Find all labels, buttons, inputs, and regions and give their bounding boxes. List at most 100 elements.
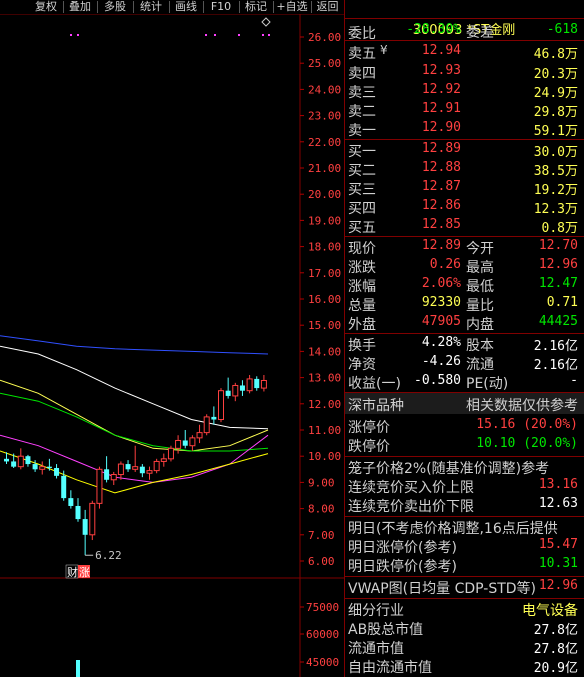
bid-label: 买二 — [348, 163, 376, 179]
auction-sell-label: 连续竞价卖出价下限 — [348, 499, 474, 515]
ask-label: 卖三 — [348, 85, 376, 101]
moving-average-line — [0, 434, 269, 483]
bid-row[interactable]: 买二 12.88 38.5万 — [344, 159, 584, 179]
bid-label: 买一 — [348, 144, 376, 160]
auction-buy-label: 连续竞价买入价上限 — [348, 480, 474, 496]
ask-label: 卖五 — [348, 46, 376, 62]
candle-body — [146, 470, 153, 474]
candle-body — [110, 474, 117, 481]
stats-value: - — [570, 373, 578, 388]
candle-body — [225, 390, 231, 396]
stats-row: 净资 -4.26 流通 2.16亿 — [344, 353, 584, 373]
quote-row: 涨幅 2.06% 最低 12.47 — [344, 275, 584, 295]
candle-body — [61, 475, 67, 499]
bid-volume: 38.5万 — [533, 164, 578, 179]
bid-row[interactable]: 买四 12.86 12.3万 — [344, 197, 584, 217]
price-tick-label: 26.00 — [308, 31, 341, 44]
candle-body — [117, 463, 124, 476]
stats-value: -0.580 — [414, 373, 461, 388]
industry-row[interactable]: 细分行业 电气设备 — [344, 599, 584, 619]
diamond-icon — [261, 17, 271, 27]
ask-row[interactable]: 卖四 12.93 20.3万 — [344, 62, 584, 82]
candle-body — [46, 466, 52, 468]
kline-chart[interactable]: 26.00 25.00 24.00 23.00 22.00 21.00 20.00 19.00… — [0, 0, 344, 677]
back-button[interactable]: 返回 — [313, 0, 342, 14]
candle-body — [125, 464, 131, 470]
candle-body — [189, 437, 196, 447]
candle-body — [68, 498, 74, 506]
statistics-button[interactable]: 统计 — [135, 0, 167, 14]
bid-row[interactable]: 买一 12.89 30.0万 — [344, 140, 584, 160]
weicha-label: 委差 — [466, 25, 494, 41]
auction-buy-row: 连续竞价买入价上限 13.16 — [344, 476, 584, 496]
price-tick-label: 10.00 — [308, 450, 341, 463]
bid-volume: 30.0万 — [533, 145, 578, 160]
quote-label: 现价 — [348, 241, 376, 257]
quote-label: 涨幅 — [348, 279, 376, 295]
f10-button[interactable]: F10 — [205, 0, 237, 14]
bid-volume: 19.2万 — [533, 183, 578, 198]
weicha-value: -618 — [546, 22, 578, 37]
vwap-row[interactable]: VWAP图(日均量 CDP-STD等) 12.96 — [344, 577, 584, 597]
cage-title-row: 笼子价格2%(随基准价调整)参考 — [344, 457, 584, 477]
multi-stock-button[interactable]: 多股 — [99, 0, 131, 14]
fuquan-button[interactable]: 复权 — [31, 0, 61, 14]
quote-value: 92330 — [421, 295, 461, 310]
ask-row[interactable]: 卖一 12.90 59.1万 — [344, 119, 584, 139]
volume-tick-label: 75000 — [306, 601, 339, 614]
bid-volume: 0.8万 — [541, 221, 578, 236]
candle-body — [232, 384, 239, 397]
webi-pct: -28.30% — [406, 22, 461, 37]
ask-label: 卖一 — [348, 123, 376, 139]
bid-row[interactable]: 买三 12.87 19.2万 — [344, 178, 584, 198]
bid-label: 买四 — [348, 201, 376, 217]
tomorrow-down-value: 10.31 — [538, 556, 578, 571]
vwap-label: VWAP图(日均量 CDP-STD等) — [348, 581, 537, 597]
price-tick-label: 14.00 — [308, 345, 341, 358]
bid-row[interactable]: 买五 12.85 0.8万 — [344, 216, 584, 236]
stats-value: -4.26 — [421, 354, 461, 369]
candle-body — [11, 461, 17, 467]
moving-average-line — [0, 392, 269, 452]
bid-price: 12.89 — [421, 141, 461, 156]
price-tick-label: 15.00 — [308, 319, 341, 332]
candle-body — [203, 416, 210, 434]
stats-value: 2.16亿 — [533, 358, 578, 373]
tomorrow-down-label: 明日跌停价(参考) — [348, 559, 457, 575]
overlay-button[interactable]: 叠加 — [65, 0, 95, 14]
float-cap-value: 27.8亿 — [533, 642, 578, 657]
auction-buy-value: 13.16 — [538, 477, 578, 492]
quote-label: 最低 — [466, 279, 494, 295]
add-watchlist-button[interactable]: +自选 — [275, 0, 309, 14]
bid-price: 12.87 — [421, 179, 461, 194]
yen-icon: ¥ — [380, 43, 388, 57]
price-tick-label: 20.00 — [308, 188, 341, 201]
tomorrow-title-row: 明日(不考虑价格调整,16点后提供 — [344, 517, 584, 537]
badge-cai-label: 财 — [67, 565, 78, 579]
ask-volume: 24.9万 — [533, 86, 578, 101]
candle-body — [96, 468, 103, 504]
mark-button[interactable]: 标记 — [241, 0, 271, 14]
market-label: 深市品种 — [348, 398, 404, 414]
stats-value: 4.28% — [421, 335, 461, 350]
free-cap-value: 20.9亿 — [533, 661, 578, 676]
stats-value: 2.16亿 — [533, 339, 578, 354]
candle-body — [32, 464, 38, 470]
ask-price: 12.91 — [421, 101, 461, 116]
volume-bar — [76, 660, 80, 677]
draw-line-button[interactable]: 画线 — [171, 0, 201, 14]
ask-row[interactable]: 卖三 12.92 24.9万 — [344, 81, 584, 101]
candle-body — [82, 519, 88, 535]
quote-value: 0.71 — [546, 295, 578, 310]
ask-row[interactable]: 卖二 12.91 29.8万 — [344, 100, 584, 120]
ask-price: 12.93 — [421, 63, 461, 78]
candle-body — [246, 378, 253, 392]
ab-cap-value: 27.8亿 — [533, 623, 578, 638]
market-row: 深市品种 相关数据仅供参考 — [345, 393, 584, 414]
free-cap-row: 自由流通市值 20.9亿 — [344, 656, 584, 676]
signal-dot — [77, 34, 79, 36]
quote-row: 现价 12.89 今开 12.70 — [344, 237, 584, 257]
ask-row[interactable]: 卖五 ¥ 12.94 46.8万 — [344, 42, 584, 62]
price-tick-label: 9.00 — [308, 476, 335, 489]
candle-body — [182, 440, 188, 446]
